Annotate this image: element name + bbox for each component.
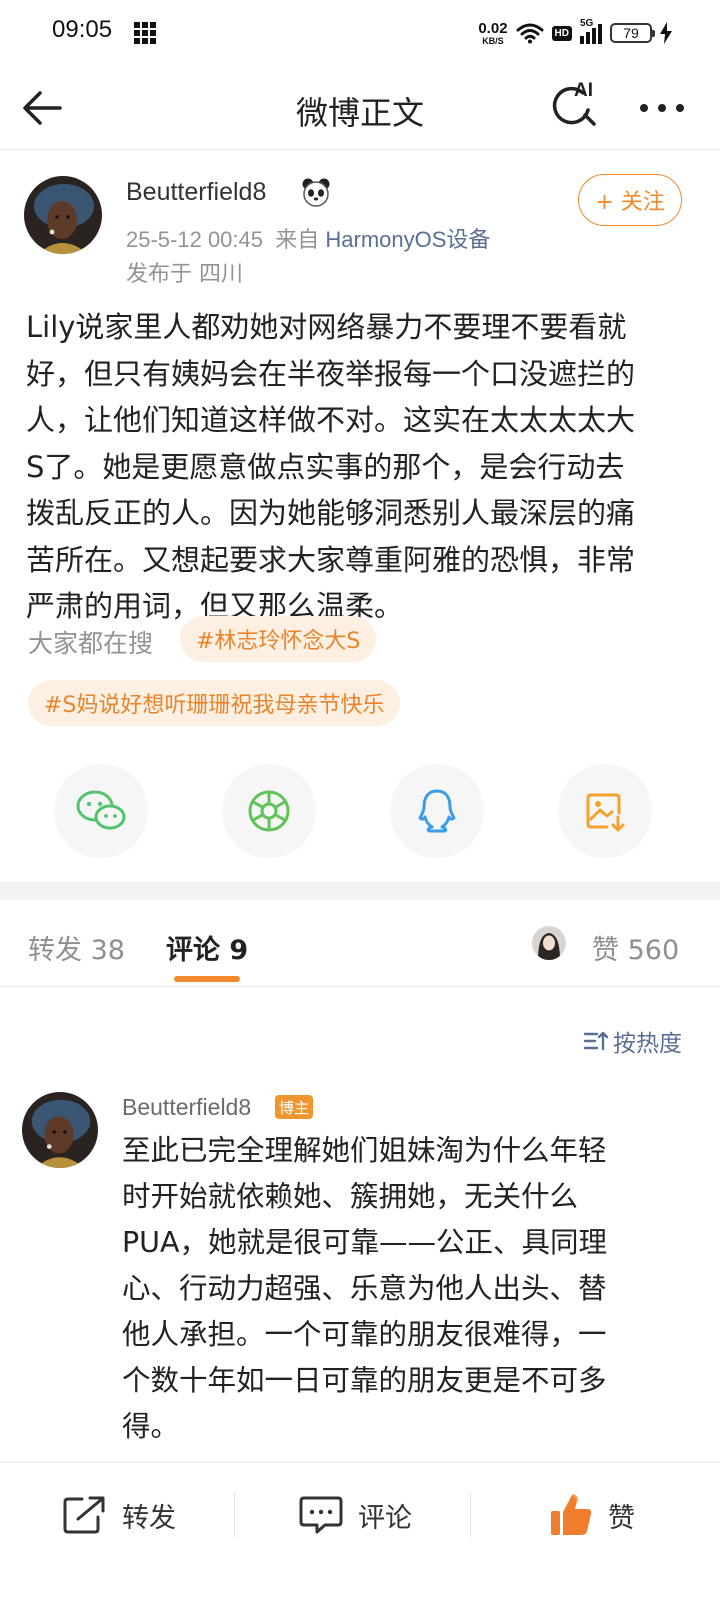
more-icon[interactable] [636,86,688,130]
status-time: 09:05 [52,16,113,43]
share-wechat-button[interactable] [54,764,148,858]
repost-button[interactable]: 转发 [62,1483,176,1547]
hot-search-tag[interactable]: #林志玲怀念大S [180,616,377,662]
hot-search-label: 大家都在搜 [28,629,154,658]
comment-line: 至此已完全理解她们姐妹淘为什么年轻 [122,1134,607,1167]
like-icon [551,1494,592,1535]
ai-search-icon[interactable]: AI [550,80,606,136]
post-line: 拨乱反正的人。因为她能够洞悉别人最深层的痛 [26,496,636,530]
comment-line: PUA，她就是很可靠——公正、具同理 [122,1226,608,1259]
qq-icon [418,789,456,833]
follow-button[interactable]: + 关注 [578,174,682,226]
battery-indicator: 79 [610,23,655,43]
post-location: 发布于 四川 [126,262,243,287]
tab-likes[interactable]: 赞 560 [592,928,679,967]
save-image-button[interactable] [558,764,652,858]
post-body: Lily说家里人都劝她对网络暴力不要理不要看就 好，但只有姨妈会在半夜举报每一个… [26,304,698,630]
sort-icon [583,1031,609,1051]
post-source-link[interactable]: HarmonyOS设备 [325,227,490,252]
tabs-divider [0,986,720,987]
post-meta: 25-5-12 00:45 来自 HarmonyOS设备 [126,222,490,254]
comment-icon [299,1496,343,1534]
page-title: 微博正文 [295,94,424,132]
signal-icon: 5G [580,18,602,44]
comment-line: 时开始就依赖她、簇拥她，无关什么 [122,1180,579,1213]
commenter-avatar[interactable] [22,1092,98,1168]
comment-line: 他人承担。一个可靠的朋友很难得，一 [122,1318,607,1351]
status-indicators: 0.02 KB/S HD 5G 79 [478,18,672,48]
bottom-action-bar: 转发 评论 赞 [0,1462,720,1600]
tab-active-indicator [174,976,240,982]
bottom-separator [470,1493,471,1537]
share-qq-button[interactable] [390,764,484,858]
hot-search-tag[interactable]: #S妈说好想听珊珊祝我母亲节快乐 [28,680,401,726]
sort-label: 按热度 [613,1031,682,1057]
post-line: S了。她是更愿意做点实事的那个，是会行动去 [26,449,625,484]
author-name[interactable]: Beutterfield8 [126,178,266,207]
repost-label: 转发 [122,1502,176,1534]
panda-icon [302,178,330,207]
post-line: 苦所在。又想起要求大家尊重阿雅的恐惧，非常 [26,542,636,577]
section-divider [0,882,720,900]
net-speed-unit: KB/S [482,35,504,46]
battery-level: 79 [623,25,639,41]
ai-label: AI [574,80,593,101]
share-moments-button[interactable] [222,764,316,858]
status-bar: 09:05 0.02 KB/S HD 5G 79 [0,0,720,64]
signal-label: 5G [580,18,594,29]
comment-line: 得。 [122,1410,180,1443]
comment-label: 评论 [358,1502,412,1534]
author-avatar[interactable] [24,176,102,254]
comment-button[interactable]: 评论 [298,1483,412,1547]
comment-line: 个数十年如一日可靠的朋友更是不可多 [122,1364,607,1397]
tab-comment[interactable]: 评论 9 [166,928,248,967]
source-prefix: 来自 [275,227,320,252]
hd-badge: HD [551,25,572,41]
post-line: 好，但只有姨妈会在半夜举报每一个口没遮拦的 [26,356,636,391]
like-button[interactable]: 赞 [548,1483,635,1547]
wechat-icon [76,790,126,830]
sort-button[interactable]: 按热度 [583,1024,682,1058]
commenter-name[interactable]: Beutterfield8 [122,1094,251,1121]
comment-line: 心、行动力超强、乐意为他人出头、替 [122,1272,607,1305]
liker-avatar [532,926,566,960]
post-line: Lily说家里人都劝她对网络暴力不要理不要看就 [26,310,627,344]
comment-text[interactable]: 至此已完全理解她们姐妹淘为什么年轻 时开始就依赖她、簇拥她，无关什么 PUA，她… [122,1128,682,1450]
save-image-icon [586,793,625,832]
tab-repost[interactable]: 转发 38 [28,928,125,967]
post-date: 25-5-12 00:45 [126,227,263,252]
host-badge: 博主 [275,1095,314,1119]
charging-icon [660,22,672,44]
post-line: 人，让他们知道这样做不对。这实在太太太太大 [26,403,636,437]
net-speed-value: 0.02 [478,19,508,37]
moments-icon [248,790,290,832]
app-grid-icon [134,22,156,44]
like-label: 赞 [608,1502,635,1534]
bottom-separator [234,1493,235,1537]
nav-bar: 微博正文 AI [0,66,720,150]
net-speed: 0.02 KB/S [478,21,507,46]
repost-icon [63,1496,105,1534]
wifi-icon [516,23,544,44]
